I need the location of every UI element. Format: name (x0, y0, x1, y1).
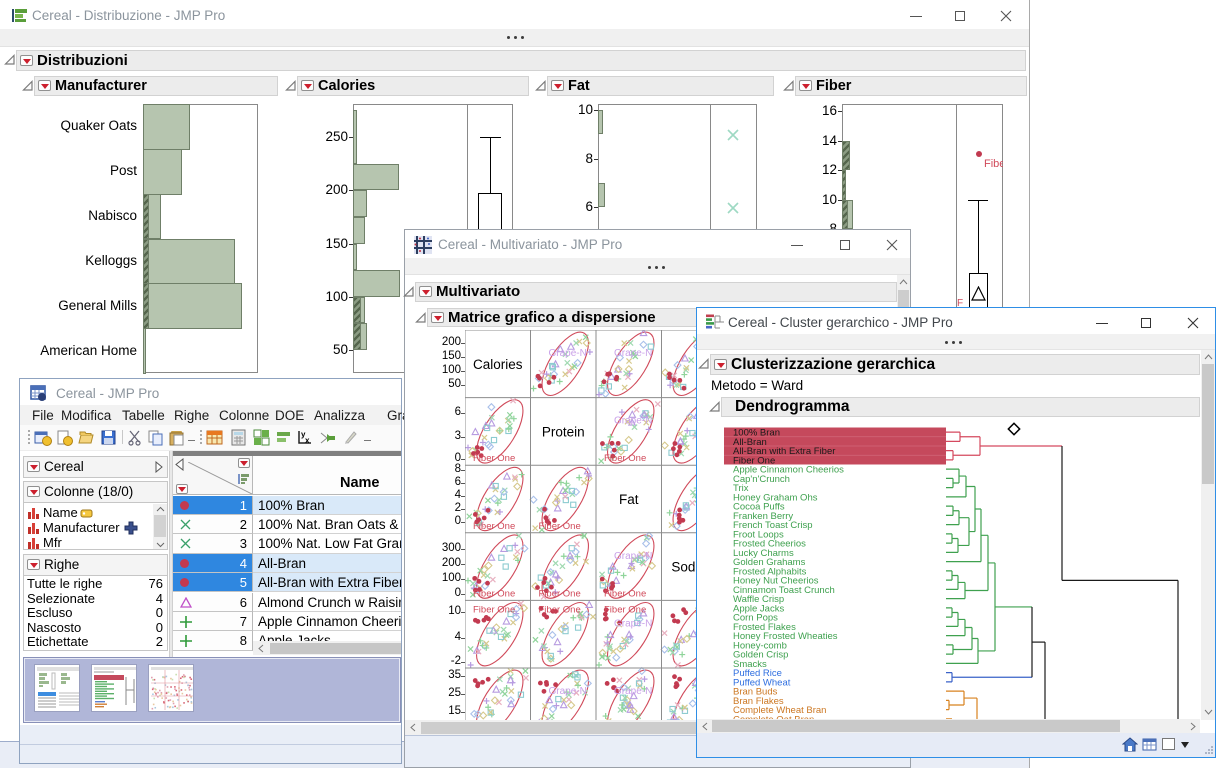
svg-text:Grape-N: Grape-N (549, 686, 587, 697)
svg-text:Protein: Protein (542, 424, 585, 439)
svg-text:Fiber One: Fiber One (539, 588, 581, 599)
svg-text:Grape-N: Grape-N (614, 686, 652, 697)
svg-text:Fiber One: Fiber One (473, 588, 515, 599)
svg-text:Fiber One: Fiber One (473, 604, 515, 615)
svg-text:Grape-N: Grape-N (614, 416, 652, 427)
svg-text:Grape-N: Grape-N (614, 551, 652, 562)
svg-text:Grape-N: Grape-N (549, 348, 587, 359)
svg-text:Fiber One: Fiber One (604, 453, 646, 464)
svg-text:Calories: Calories (473, 357, 523, 372)
svg-text:Grape-N: Grape-N (614, 348, 652, 359)
svg-text:Fiber One: Fiber One (539, 604, 581, 615)
svg-text:Fiber One: Fiber One (539, 521, 581, 532)
svg-text:Fiber One: Fiber One (473, 521, 515, 532)
svg-text:Fiber One: Fiber One (604, 604, 646, 615)
svg-text:Fat: Fat (619, 492, 639, 507)
svg-text:Fiber One: Fiber One (473, 453, 515, 464)
svg-text:Grape-N: Grape-N (614, 618, 652, 629)
svg-text:Fiber One: Fiber One (604, 588, 646, 599)
svg-text:x: x (305, 436, 310, 445)
